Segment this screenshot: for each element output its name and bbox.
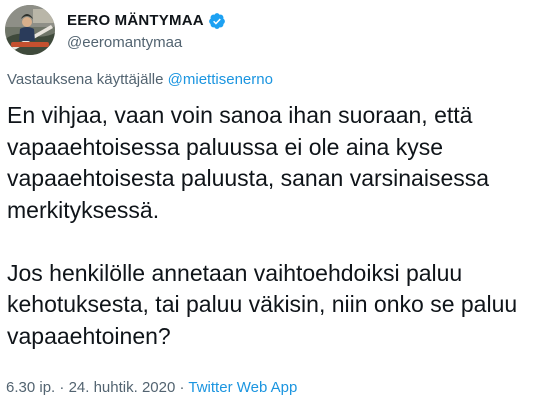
reply-context: Vastauksena käyttäjälle @miettisenerno — [7, 71, 273, 88]
avatar-photo-icon — [5, 5, 55, 55]
tweet: EERO MÄNTYMAA @eeromantymaa Vastauksena … — [0, 0, 556, 406]
meta-separator: · — [175, 379, 189, 396]
tweet-source-link[interactable]: Twitter Web App — [188, 379, 297, 396]
tweet-paragraph-1: En vihjaa, vaan voin sanoa ihan suoraan,… — [7, 100, 555, 226]
reply-prefix: Vastauksena käyttäjälle — [7, 71, 164, 88]
text-line: Jos henkilölle annetaan vaihtoehdoiksi p… — [7, 259, 463, 286]
author-names: EERO MÄNTYMAA @eeromantymaa — [67, 10, 226, 51]
meta-separator: · — [55, 379, 69, 396]
tweet-time[interactable]: 6.30 ip. — [6, 379, 55, 396]
text-line: vapaaehtoinen? — [7, 322, 171, 349]
tweet-date[interactable]: 24. huhtik. 2020 — [69, 379, 176, 396]
tweet-paragraph-2: Jos henkilölle annetaan vaihtoehdoiksi p… — [7, 258, 555, 353]
tweet-header: EERO MÄNTYMAA @eeromantymaa — [5, 4, 226, 56]
name-row: EERO MÄNTYMAA — [67, 10, 226, 32]
text-line: kehotuksesta, tai paluu väkisin, niin on… — [7, 291, 518, 317]
verified-badge-icon — [208, 12, 226, 30]
tweet-text: En vihjaa, vaan voin sanoa ihan suoraan,… — [7, 100, 555, 352]
text-line: vapaaehtoisesta paluusta, sanan varsinai… — [7, 165, 490, 191]
author-handle[interactable]: @eeromantymaa — [67, 34, 226, 51]
text-line: En vihjaa, vaan voin sanoa ihan suoraan,… — [7, 102, 473, 128]
author-display-name[interactable]: EERO MÄNTYMAA — [67, 12, 204, 29]
text-line: vapaaehtoisessa paluussa ei ole aina kys… — [7, 133, 444, 160]
reply-mention-link[interactable]: @miettisenerno — [168, 71, 273, 88]
tweet-meta: 6.30 ip. · 24. huhtik. 2020 · Twitter We… — [6, 379, 297, 396]
avatar[interactable] — [5, 5, 55, 55]
text-line: merkityksessä. — [7, 196, 160, 223]
